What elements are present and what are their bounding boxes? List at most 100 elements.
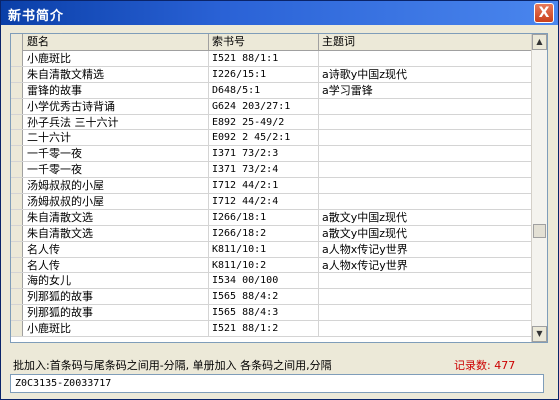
vertical-scrollbar[interactable]: ▲ ▼: [531, 34, 547, 342]
table-row[interactable]: 汤姆叔叔的小屋 I712 44/2:4: [11, 194, 533, 210]
cell-call-number[interactable]: I521 88/1:2: [209, 321, 319, 337]
cell-title[interactable]: 列那狐的故事: [24, 305, 209, 321]
cell-title[interactable]: 雷锋的故事: [24, 82, 209, 98]
cell-call-number[interactable]: I226/15:1: [209, 66, 319, 82]
row-indicator[interactable]: [11, 82, 23, 98]
row-indicator[interactable]: [11, 51, 23, 66]
cell-call-number[interactable]: I534 00/100: [209, 273, 319, 289]
cell-subject[interactable]: [319, 146, 533, 162]
row-indicator[interactable]: [11, 257, 23, 273]
cell-title[interactable]: 列那狐的故事: [24, 289, 209, 305]
column-header-call-number[interactable]: 索书号: [209, 34, 319, 51]
triangle-down-icon[interactable]: ▼: [532, 326, 547, 342]
cell-title[interactable]: 孙子兵法 三十六计: [24, 114, 209, 130]
cell-title[interactable]: 朱自清散文选: [24, 209, 209, 225]
table-row[interactable]: 朱自清散文选 I266/18:2 a散文y中国z现代: [11, 225, 533, 242]
column-header-subject[interactable]: 主题词: [319, 34, 533, 51]
cell-subject[interactable]: [319, 321, 533, 337]
cell-subject[interactable]: a人物x传记y世界: [319, 257, 533, 273]
cell-call-number[interactable]: I565 88/4:3: [209, 305, 319, 321]
table-row[interactable]: 海的女儿 I534 00/100: [11, 273, 533, 290]
table-row[interactable]: 雷锋的故事 D648/5:1 a学习雷锋: [11, 82, 533, 99]
table-row[interactable]: 朱自清散文选 I266/18:1 a散文y中国z现代: [11, 209, 533, 226]
row-indicator[interactable]: [11, 178, 23, 194]
cell-subject[interactable]: [319, 130, 533, 146]
cell-subject[interactable]: [319, 194, 533, 209]
cell-subject[interactable]: a人物x传记y世界: [319, 241, 533, 257]
table-row[interactable]: 一千零一夜 I371 73/2:4: [11, 162, 533, 179]
cell-call-number[interactable]: I371 73/2:3: [209, 146, 319, 162]
table-row[interactable]: 名人传 K811/10:1 a人物x传记y世界: [11, 241, 533, 258]
row-indicator[interactable]: [11, 321, 23, 337]
cell-subject[interactable]: [319, 178, 533, 194]
cell-subject[interactable]: [319, 305, 533, 321]
cell-title[interactable]: 朱自清散文选: [24, 225, 209, 241]
cell-call-number[interactable]: I266/18:2: [209, 225, 319, 241]
table-row[interactable]: 名人传 K811/10:2 a人物x传记y世界: [11, 257, 533, 274]
row-indicator[interactable]: [11, 289, 23, 305]
triangle-up-icon[interactable]: ▲: [532, 34, 547, 50]
row-indicator[interactable]: [11, 130, 23, 146]
cell-call-number[interactable]: K811/10:2: [209, 257, 319, 273]
row-indicator[interactable]: [11, 273, 23, 289]
table-row[interactable]: 小鹿斑比 I521 88/1:2: [11, 321, 533, 338]
cell-subject[interactable]: [319, 114, 533, 130]
row-indicator[interactable]: [11, 209, 23, 225]
cell-title[interactable]: 名人传: [24, 241, 209, 257]
row-indicator[interactable]: [11, 241, 23, 257]
cell-subject[interactable]: [319, 289, 533, 305]
cell-call-number[interactable]: D648/5:1: [209, 82, 319, 98]
row-indicator[interactable]: [11, 305, 23, 321]
cell-title[interactable]: 朱自清散文精选: [24, 66, 209, 82]
cell-call-number[interactable]: K811/10:1: [209, 241, 319, 257]
close-icon[interactable]: X: [534, 3, 554, 23]
cell-title[interactable]: 一千零一夜: [24, 146, 209, 162]
cell-subject[interactable]: a散文y中国z现代: [319, 209, 533, 225]
cell-call-number[interactable]: I521 88/1:1: [209, 51, 319, 66]
table-row[interactable]: 列那狐的故事 I565 88/4:2: [11, 289, 533, 306]
table-row[interactable]: 二十六计 E092 2 45/2:1: [11, 130, 533, 147]
row-indicator[interactable]: [11, 194, 23, 209]
cell-call-number[interactable]: I712 44/2:4: [209, 194, 319, 209]
row-indicator[interactable]: [11, 98, 23, 114]
cell-subject[interactable]: [319, 162, 533, 178]
cell-title[interactable]: 一千零一夜: [24, 162, 209, 178]
cell-subject[interactable]: a学习雷锋: [319, 82, 533, 98]
cell-title[interactable]: 海的女儿: [24, 273, 209, 289]
row-indicator[interactable]: [11, 114, 23, 130]
cell-title[interactable]: 小学优秀古诗背诵: [24, 98, 209, 114]
cell-subject[interactable]: a诗歌y中国z现代: [319, 66, 533, 82]
table-row[interactable]: 朱自清散文精选 I226/15:1 a诗歌y中国z现代: [11, 66, 533, 83]
row-indicator[interactable]: [11, 66, 23, 82]
cell-title[interactable]: 小鹿斑比: [24, 321, 209, 337]
table-row[interactable]: 孙子兵法 三十六计 E892 25-49/2: [11, 114, 533, 131]
table-row[interactable]: 小学优秀古诗背诵 G624 203/27:1: [11, 98, 533, 115]
cell-call-number[interactable]: E092 2 45/2:1: [209, 130, 319, 146]
scrollbar-thumb[interactable]: [533, 224, 546, 238]
row-indicator[interactable]: [11, 225, 23, 241]
cell-title[interactable]: 名人传: [24, 257, 209, 273]
row-indicator[interactable]: [11, 146, 23, 162]
cell-title[interactable]: 汤姆叔叔的小屋: [24, 178, 209, 194]
table-row[interactable]: 小鹿斑比 I521 88/1:1: [11, 51, 533, 67]
cell-call-number[interactable]: I565 88/4:2: [209, 289, 319, 305]
cell-call-number[interactable]: I266/18:1: [209, 209, 319, 225]
barcode-input[interactable]: [10, 374, 544, 393]
cell-subject[interactable]: [319, 51, 533, 66]
cell-call-number[interactable]: I712 44/2:1: [209, 178, 319, 194]
cell-call-number[interactable]: I371 73/2:4: [209, 162, 319, 178]
cell-subject[interactable]: [319, 98, 533, 114]
cell-subject[interactable]: a散文y中国z现代: [319, 225, 533, 241]
cell-call-number[interactable]: G624 203/27:1: [209, 98, 319, 114]
table-row[interactable]: 一千零一夜 I371 73/2:3: [11, 146, 533, 163]
cell-title[interactable]: 汤姆叔叔的小屋: [24, 194, 209, 209]
cell-call-number[interactable]: E892 25-49/2: [209, 114, 319, 130]
column-header-title[interactable]: 题名: [24, 34, 209, 51]
row-indicator[interactable]: [11, 162, 23, 178]
table-row[interactable]: 列那狐的故事 I565 88/4:3: [11, 305, 533, 322]
cell-title[interactable]: 二十六计: [24, 130, 209, 146]
cell-subject[interactable]: [319, 273, 533, 289]
title-bar[interactable]: 新书简介 X: [1, 1, 558, 25]
cell-title[interactable]: 小鹿斑比: [24, 51, 209, 66]
table-row[interactable]: 汤姆叔叔的小屋 I712 44/2:1: [11, 178, 533, 195]
